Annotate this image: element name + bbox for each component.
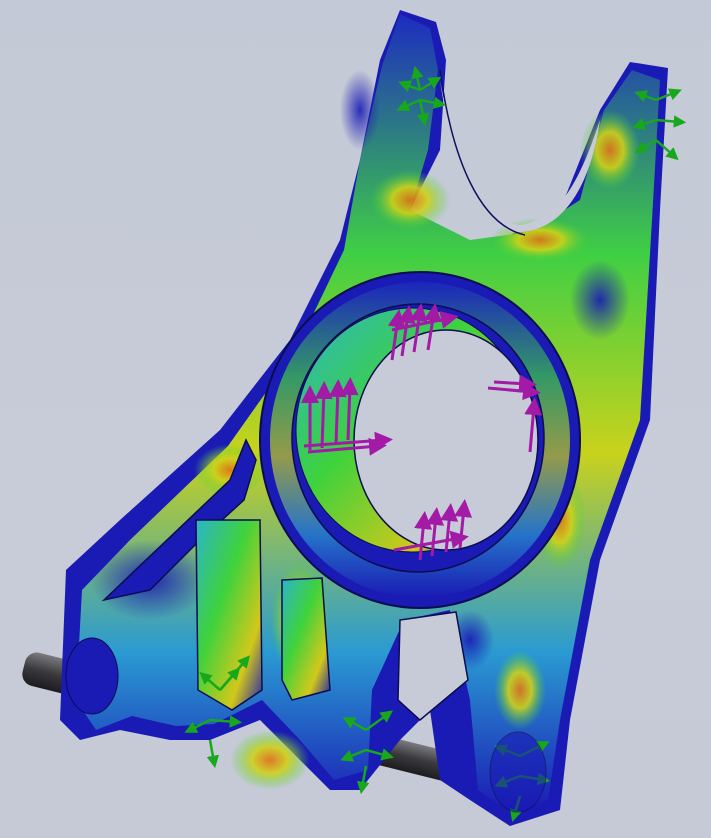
lug-boss-left — [65, 637, 119, 715]
graphics-viewport[interactable] — [0, 0, 711, 838]
window-mid-slot — [281, 577, 331, 701]
stress-model-view[interactable] — [0, 0, 711, 838]
lug-boss-right — [489, 731, 547, 813]
